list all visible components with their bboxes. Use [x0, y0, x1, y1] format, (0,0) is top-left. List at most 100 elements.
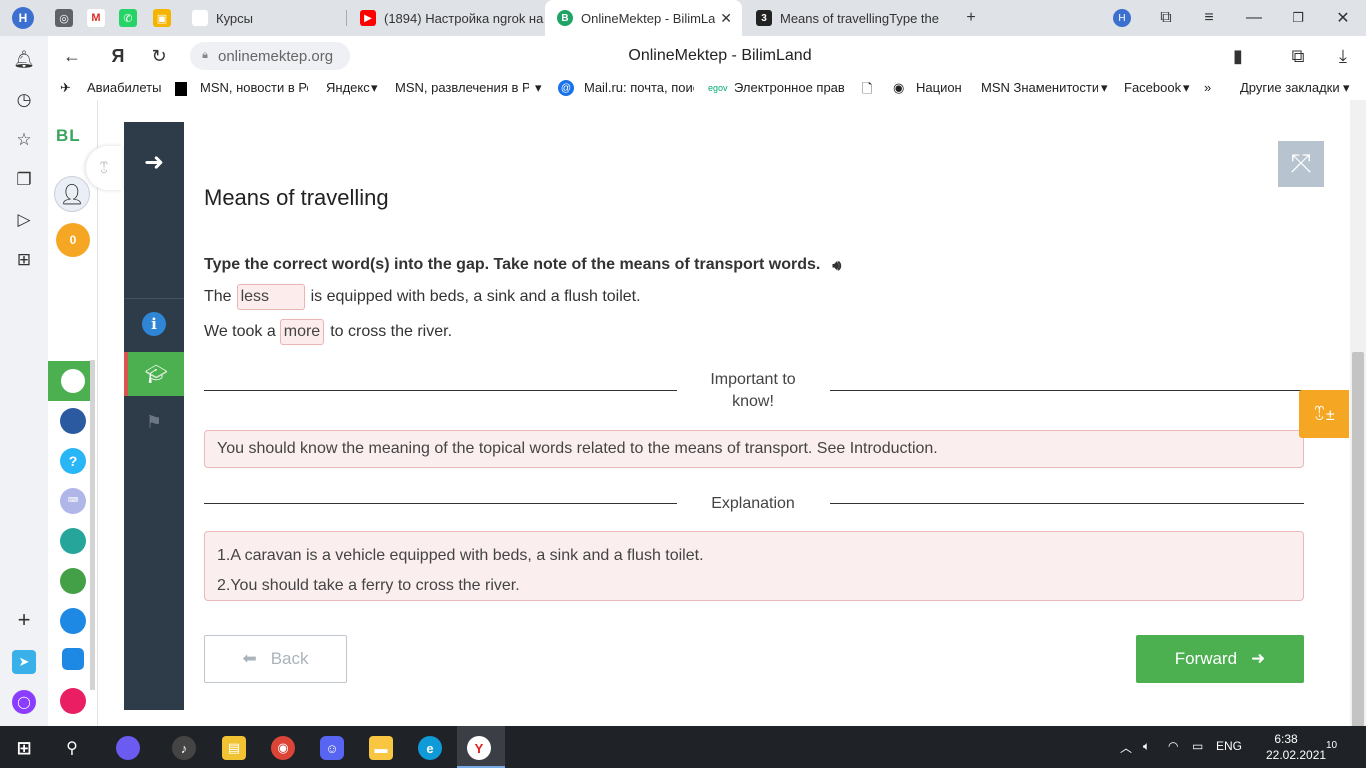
account-icon[interactable]: H	[1113, 9, 1131, 27]
back-arrow-icon[interactable]: ←	[62, 46, 82, 66]
avatar[interactable]: 👤︎	[54, 176, 90, 212]
sentence-1: The less is equipped with beds, a sink a…	[204, 284, 641, 310]
clock[interactable]: 6:38 22.02.2021	[1266, 731, 1326, 763]
app-bilim-online-icon[interactable]	[60, 528, 86, 554]
bookmark-item[interactable]: Электронное прав	[734, 80, 844, 95]
app-bilim-book-icon[interactable]	[60, 608, 86, 634]
folder-icon[interactable]: ▬	[369, 736, 393, 760]
pinned-tab-icon[interactable]: ◎	[55, 9, 73, 27]
whatsapp-icon[interactable]: ✆	[119, 9, 137, 27]
site-logo[interactable]: BL	[56, 126, 81, 146]
app-bilim-land-icon[interactable]	[60, 568, 86, 594]
plane-icon: ✈	[60, 80, 71, 95]
fullscreen-icon[interactable]: ⤧	[1278, 141, 1324, 187]
arrow-right-icon: ➜	[1251, 649, 1266, 668]
alice-icon[interactable]: ◯	[12, 690, 36, 714]
bookmark-item[interactable]: MSN Знаменитости	[981, 80, 1098, 95]
yandex-icon[interactable]: Я	[108, 46, 128, 66]
yandex-browser-icon[interactable]: Y	[467, 736, 491, 760]
back-button[interactable]: ⬅ Back	[204, 635, 347, 683]
alice-taskbar-icon[interactable]	[116, 736, 140, 760]
chevron-up-icon[interactable]: ︿	[1120, 739, 1132, 756]
info-button[interactable]: i	[124, 302, 184, 346]
bookmark-item[interactable]: Mail.ru: почта, поис	[584, 80, 694, 95]
page-scrollbar[interactable]	[1350, 100, 1366, 757]
discord-icon[interactable]: ☺	[320, 736, 344, 760]
new-tab-button[interactable]: +	[962, 9, 980, 27]
classroom-pinned-icon[interactable]: ▣	[153, 9, 171, 27]
classroom-icon	[192, 10, 208, 26]
chevron-down-icon: ▾	[1183, 80, 1190, 95]
tab-means-of-travelling[interactable]: 3 Means of travellingType the	[744, 0, 944, 36]
app-twig-icon[interactable]	[60, 688, 86, 714]
bookmark-item[interactable]: MSN, новости в Ро	[200, 80, 308, 95]
language-indicator[interactable]: ENG	[1216, 739, 1242, 753]
chrome-icon[interactable]: ◉	[271, 736, 295, 760]
bookmark-item[interactable]: Авиабилеты	[87, 80, 167, 95]
msn-icon	[175, 82, 187, 96]
tab-label: Курсы	[216, 10, 254, 26]
explanation-title: Explanation	[711, 495, 795, 512]
app-smart-nation-icon[interactable]	[60, 408, 86, 434]
tab-courses[interactable]: Курсы	[180, 0, 344, 36]
profile-avatar[interactable]: H	[12, 7, 34, 29]
address-bar-row: ← Я ↻ 🔒︎ onlinemektep.org OnlineMektep -…	[0, 36, 1366, 76]
forward-button[interactable]: Forward ➜	[1136, 635, 1304, 683]
bookmark-item[interactable]: Facebook	[1124, 80, 1182, 95]
store-icon[interactable]: ▤	[222, 736, 246, 760]
menu-icon[interactable]: ≡	[1200, 9, 1218, 27]
play-icon[interactable]: ▷	[14, 210, 34, 230]
gap-input-2[interactable]: more	[279, 319, 325, 345]
bell-icon[interactable]: 🔔︎	[13, 50, 35, 70]
bookmark-item[interactable]: MSN, развлечения в Р	[395, 80, 529, 95]
windows-start-icon[interactable]: ⊞	[12, 736, 36, 760]
flag-button[interactable]: ⚑	[124, 400, 184, 444]
edge-icon[interactable]: e	[418, 736, 442, 760]
restore-icon[interactable]: ❐	[1289, 9, 1307, 27]
speaker-icon[interactable]: 🔊︎	[832, 257, 841, 274]
bookmark-item[interactable]: Национ	[916, 80, 966, 95]
app-keyboard-icon[interactable]: ⌨	[60, 488, 86, 514]
search-icon[interactable]: ⚲	[60, 736, 84, 760]
sentence-2: We took a more to cross the river.	[204, 319, 452, 345]
practice-button[interactable]: 🎓︎	[124, 352, 184, 396]
app-digital-class-icon[interactable]	[60, 368, 86, 394]
extensions-icon[interactable]: ⧉	[1288, 46, 1308, 66]
sidebar-scrollbar[interactable]	[90, 360, 95, 690]
battery-icon[interactable]: ▭	[1192, 739, 1203, 753]
send-icon[interactable]: ➤	[12, 650, 36, 674]
page-title: OnlineMektep - BilimLand	[628, 47, 812, 64]
close-tab-icon[interactable]: ✕	[720, 10, 732, 27]
star-icon[interactable]: ☆	[14, 130, 34, 150]
wifi-icon[interactable]: ◠	[1168, 739, 1178, 753]
notification-badge[interactable]: 10	[1326, 740, 1337, 751]
close-window-icon[interactable]: ✕	[1334, 9, 1352, 27]
app-help-icon[interactable]: ?	[60, 448, 86, 474]
collapse-panel-button[interactable]: ꀪ	[86, 146, 122, 190]
collections-icon[interactable]: ⧉	[1157, 9, 1175, 27]
url-field[interactable]: 🔒︎ onlinemektep.org	[190, 42, 350, 70]
more-bookmarks-icon[interactable]: »	[1204, 80, 1211, 95]
sentence-text: is equipped with beds, a sink and a flus…	[310, 288, 641, 305]
music-icon[interactable]: ♪	[172, 736, 196, 760]
bookmark-icon[interactable]: ▮	[1228, 46, 1248, 66]
gap-input-1[interactable]: less	[236, 284, 305, 310]
reload-icon[interactable]: ↻	[149, 46, 169, 66]
scrollbar-thumb[interactable]	[1352, 352, 1364, 757]
tab-onlinemektep[interactable]: B OnlineMektep - BilimLa ✕	[545, 0, 742, 36]
tab-youtube[interactable]: ▶ (1894) Настройка ngrok на	[348, 0, 544, 36]
history-icon[interactable]: ◷	[14, 90, 34, 110]
volume-icon[interactable]: 🔈︎	[1143, 739, 1150, 754]
gmail-icon[interactable]: M	[87, 9, 105, 27]
bookmark-item[interactable]: Другие закладки	[1240, 80, 1340, 95]
arrow-right-icon[interactable]: ➜	[142, 149, 166, 176]
collections-icon[interactable]: ❐	[14, 170, 34, 190]
minimize-icon[interactable]: —	[1245, 9, 1263, 27]
important-title: Important to know!	[710, 371, 796, 410]
tab-label: OnlineMektep - BilimLa	[581, 10, 716, 26]
accessibility-button[interactable]: ꀪ±	[1299, 390, 1349, 438]
app-bilim-stat-icon[interactable]	[62, 648, 84, 670]
download-icon[interactable]: ⤓	[1333, 46, 1353, 66]
apps-grid-icon[interactable]: ⊞	[14, 250, 34, 270]
add-icon[interactable]: +	[14, 607, 34, 632]
